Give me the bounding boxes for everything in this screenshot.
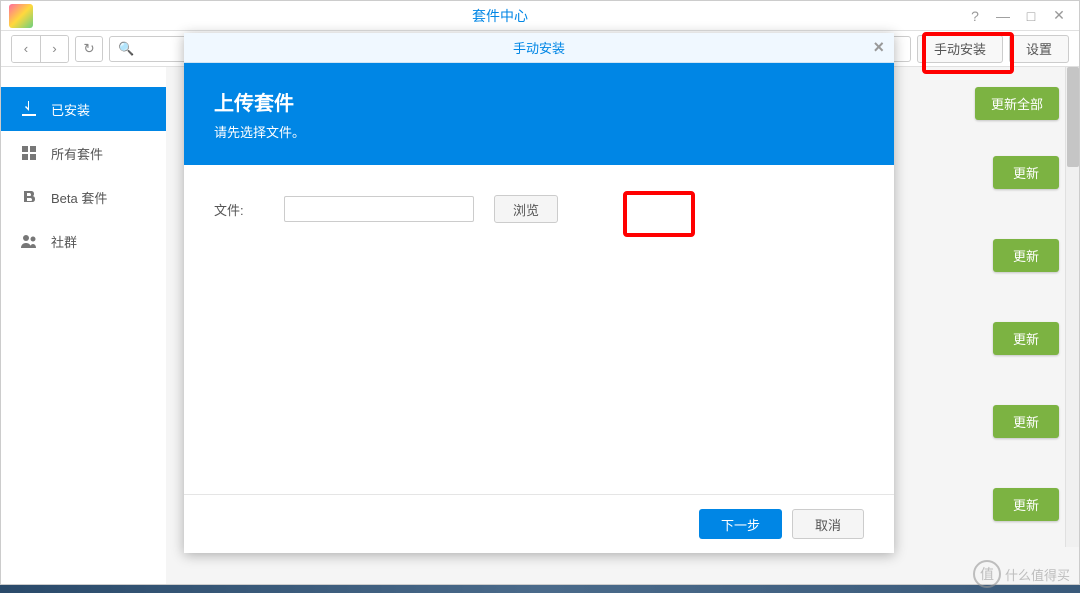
minimize-icon[interactable]: — (995, 8, 1011, 24)
cancel-button[interactable]: 取消 (792, 509, 864, 539)
modal-footer: 下一步 取消 (184, 494, 894, 553)
modal-close-button[interactable]: × (873, 37, 884, 58)
refresh-button[interactable]: ↻ (75, 36, 103, 62)
manual-install-button[interactable]: 手动安装 (917, 35, 1003, 63)
forward-button[interactable]: › (40, 36, 68, 62)
titlebar: 套件中心 ? — □ ✕ (1, 1, 1079, 31)
sidebar: 已安装 所有套件 Beta 套件 社群 (1, 67, 166, 584)
chevron-left-icon: ‹ (24, 41, 28, 56)
browse-button[interactable]: 浏览 (494, 195, 558, 223)
chevron-right-icon: › (52, 41, 56, 56)
modal-title: 手动安装 (513, 38, 565, 57)
desktop-taskbar-edge (0, 585, 1080, 593)
watermark: 值 什么值得买 (973, 560, 1070, 588)
refresh-icon: ↻ (83, 41, 94, 57)
people-icon (19, 231, 39, 251)
help-icon[interactable]: ? (967, 8, 983, 24)
update-button[interactable]: 更新 (993, 156, 1059, 189)
close-icon[interactable]: ✕ (1051, 8, 1067, 24)
sidebar-item-label: Beta 套件 (51, 188, 107, 207)
settings-button[interactable]: 设置 (1009, 35, 1069, 63)
update-button[interactable]: 更新 (993, 405, 1059, 438)
sidebar-item-all-packages[interactable]: 所有套件 (1, 131, 166, 175)
window-title: 套件中心 (33, 6, 967, 26)
update-button[interactable]: 更新 (993, 488, 1059, 521)
watermark-text: 什么值得买 (1005, 565, 1070, 584)
update-all-button[interactable]: 更新全部 (975, 87, 1059, 120)
watermark-icon: 值 (973, 560, 1001, 588)
update-button[interactable]: 更新 (993, 322, 1059, 355)
sidebar-item-label: 社群 (51, 232, 77, 251)
beta-icon (19, 187, 39, 207)
modal-banner-subtitle: 请先选择文件。 (214, 122, 864, 141)
modal-banner-title: 上传套件 (214, 87, 864, 116)
back-button[interactable]: ‹ (12, 36, 40, 62)
modal-body: 文件: 浏览 (184, 165, 894, 253)
download-icon (19, 99, 39, 119)
modal-banner: 上传套件 请先选择文件。 (184, 63, 894, 165)
search-icon: 🔍 (118, 41, 134, 57)
next-button[interactable]: 下一步 (699, 509, 782, 539)
scrollbar-thumb[interactable] (1067, 67, 1079, 167)
scrollbar[interactable] (1065, 67, 1079, 547)
sidebar-item-installed[interactable]: 已安装 (1, 87, 166, 131)
manual-install-dialog: 手动安装 × 上传套件 请先选择文件。 文件: 浏览 下一步 取消 (184, 33, 894, 553)
maximize-icon[interactable]: □ (1023, 8, 1039, 24)
app-icon (9, 4, 33, 28)
file-label: 文件: (214, 200, 264, 219)
sidebar-item-beta[interactable]: Beta 套件 (1, 175, 166, 219)
sidebar-item-label: 所有套件 (51, 144, 103, 163)
update-button[interactable]: 更新 (993, 239, 1059, 272)
sidebar-item-label: 已安装 (51, 100, 90, 119)
file-path-input[interactable] (284, 196, 474, 222)
grid-icon (19, 143, 39, 163)
sidebar-item-community[interactable]: 社群 (1, 219, 166, 263)
modal-header: 手动安装 × (184, 33, 894, 63)
